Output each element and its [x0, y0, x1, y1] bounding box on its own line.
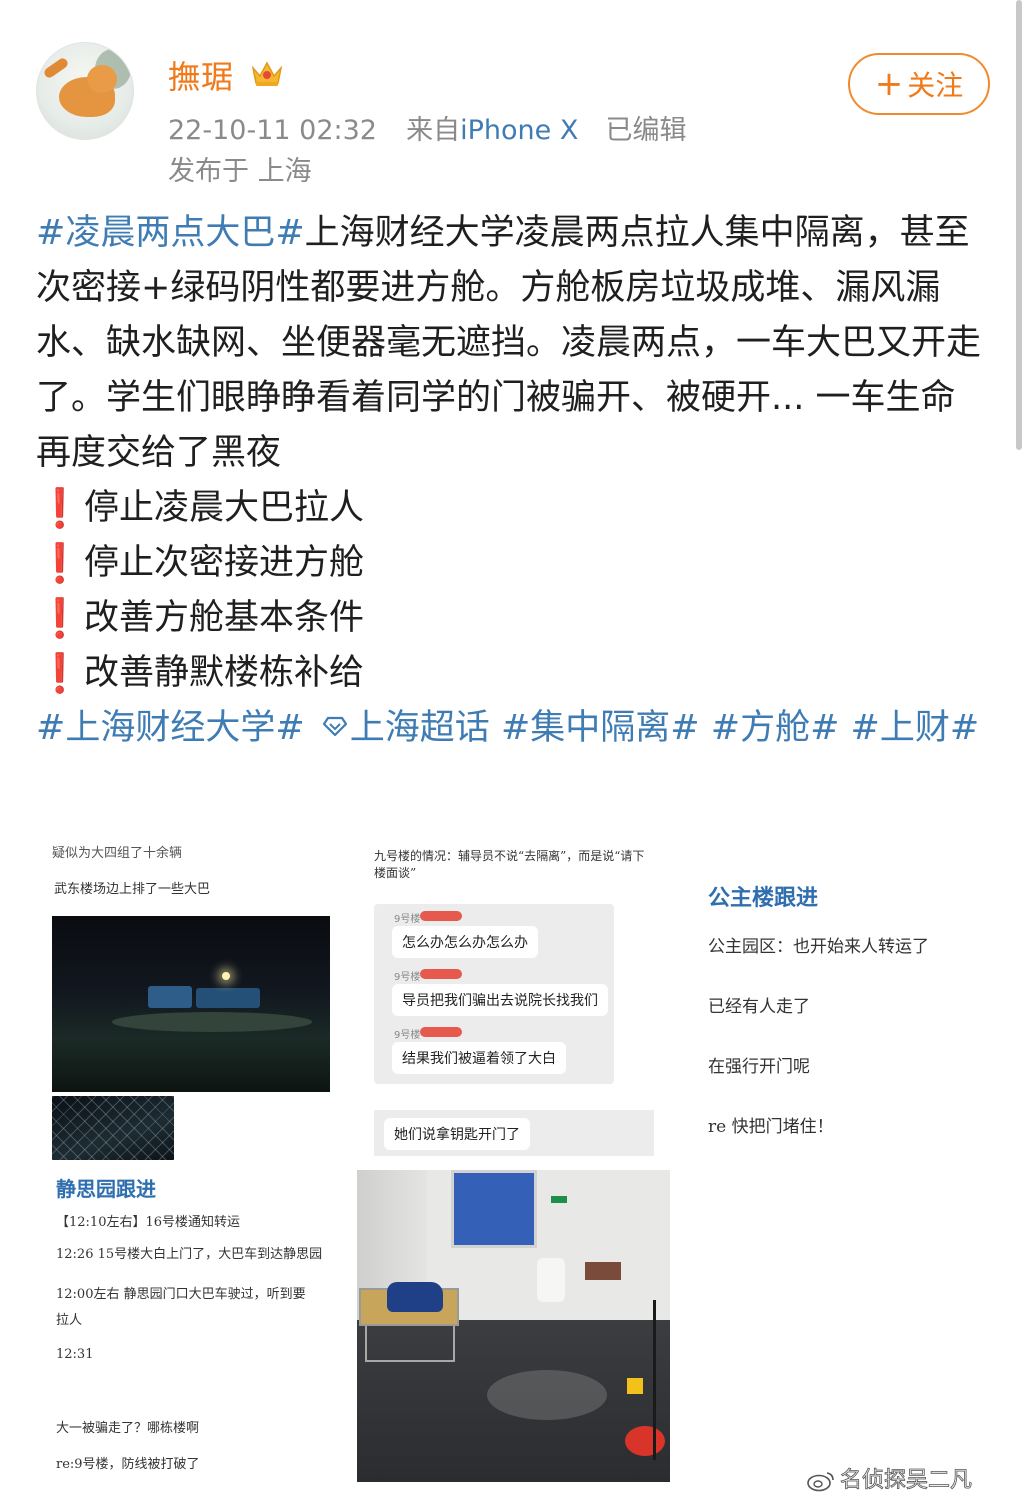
- post-content: #凌晨两点大巴#上海财经大学凌晨两点拉人集中隔离，甚至次密接+绿码阴性都要进方舱…: [36, 206, 986, 756]
- post-location: 发布于 上海: [168, 156, 312, 187]
- photo-bus: [196, 988, 260, 1008]
- image-line: 【12:10左右】16号楼通知转运: [56, 1215, 241, 1230]
- list-item: ❗ 改善方舱基本条件: [36, 591, 986, 646]
- follow-label: 关注: [907, 69, 964, 102]
- chat-window: 她们说拿钥匙开门了: [374, 1110, 654, 1156]
- image-line: 12:31: [56, 1347, 94, 1362]
- list-item: ❗ 改善静默楼栋补给: [36, 646, 986, 701]
- image-notes-jingsi[interactable]: 静思园跟进 【12:10左右】16号楼通知转运 12:26 15号楼大白上门了，…: [36, 1165, 351, 1485]
- follow-button[interactable]: + 关注: [848, 53, 990, 115]
- image-notes-gongzhu[interactable]: 公主楼跟进 公主园区：也开始来人转运了 已经有人走了 在强行开门呢 re 快把门…: [690, 868, 1000, 1148]
- exclamation-icon: ❗: [36, 596, 84, 640]
- list-item-text: 改善静默楼栋补给: [84, 653, 365, 693]
- post-meta: 22-10-11 02:32 来自iPhone X 已编辑: [168, 108, 687, 147]
- list-item-text: 改善方舱基本条件: [84, 598, 365, 638]
- redaction-mark: [420, 969, 462, 979]
- chat-sender: 9号楼: [394, 972, 421, 983]
- list-item: ❗ 停止凌晨大巴拉人: [36, 481, 986, 536]
- watermark-text: 名侦探吴二凡: [840, 1468, 973, 1494]
- room-window: [451, 1170, 537, 1248]
- photo-bus: [148, 986, 192, 1008]
- night-photo: [52, 916, 330, 1092]
- image-caption: 武东楼场边上排了一些大巴: [54, 882, 211, 897]
- toilet: [537, 1258, 565, 1302]
- username[interactable]: 撫琚: [168, 52, 234, 98]
- source-device-link[interactable]: iPhone X: [460, 115, 578, 146]
- water-puddle: [487, 1370, 607, 1420]
- chat-bubble: 怎么办怎么办怎么办: [392, 926, 538, 958]
- topic-tag[interactable]: #方舱#: [711, 708, 840, 748]
- super-topic-link[interactable]: 上海超话: [350, 708, 490, 748]
- super-topic-icon: [322, 716, 347, 737]
- plus-icon: +: [874, 64, 904, 104]
- source-prefix: 来自: [406, 115, 461, 146]
- post-timestamp: 22-10-11 02:32: [168, 115, 377, 146]
- yellow-box: [627, 1378, 643, 1394]
- photo-road: [112, 1012, 312, 1032]
- topic-tag[interactable]: #上财#: [851, 708, 980, 748]
- avatar-cat-tail: [42, 56, 70, 80]
- image-fangcang-room[interactable]: [357, 1170, 670, 1482]
- image-caption: 九号楼的情况：辅导员不说“去隔离”，而是说“请下楼面谈”: [374, 849, 645, 880]
- photo-light: [222, 972, 230, 980]
- image-night-buses[interactable]: 疑似为大四组了十余辆 武东楼场边上排了一些大巴: [36, 830, 351, 1160]
- fence-photo: [52, 1096, 174, 1160]
- redaction-mark: [420, 1027, 462, 1037]
- exclamation-icon: ❗: [36, 541, 84, 585]
- list-item-text: 停止次密接进方舱: [84, 543, 365, 583]
- watermark: 名侦探吴二凡: [806, 1462, 972, 1494]
- topic-tag[interactable]: #集中隔离#: [501, 708, 700, 748]
- image-line: 公主园区：也开始来人转运了: [708, 937, 929, 957]
- sink: [585, 1262, 621, 1280]
- exit-sign: [551, 1196, 567, 1203]
- image-line: re:9号楼，防线被打破了: [56, 1457, 200, 1472]
- chat-sender: 9号楼: [394, 914, 421, 925]
- image-title: 静思园跟进: [56, 1177, 156, 1201]
- image-line: 12:26 15号楼大白上门了，大巴车到达静思园: [56, 1247, 323, 1262]
- post-paragraph: #凌晨两点大巴#上海财经大学凌晨两点拉人集中隔离，甚至次密接+绿码阴性都要进方舱…: [36, 206, 986, 481]
- topic-tag[interactable]: #上海财经大学#: [36, 708, 305, 748]
- tag-row: #上海财经大学# 上海超话 #集中隔离# #方舱# #上财#: [36, 701, 986, 756]
- weibo-logo-icon: [807, 1472, 834, 1492]
- avatar-cat-head: [87, 65, 117, 93]
- redaction-mark: [420, 911, 462, 921]
- list-item: ❗ 停止次密接进方舱: [36, 536, 986, 591]
- image-line: 大一被骗走了？哪栋楼啊: [56, 1421, 200, 1436]
- image-title: 公主楼跟进: [708, 885, 819, 911]
- chat-window: 9号楼 怎么办怎么办怎么办 9号楼 导员把我们骗出去说院长找我们 9号楼 结果我…: [374, 904, 614, 1084]
- image-line: 12:00左右 静思园门口大巴车驶过，听到要: [56, 1287, 306, 1302]
- red-basin: [625, 1426, 665, 1456]
- scrollbar[interactable]: [1016, 0, 1022, 450]
- image-line: 拉人: [56, 1313, 83, 1328]
- iv-pole: [653, 1300, 656, 1460]
- chat-sender: 9号楼: [394, 1030, 421, 1041]
- exclamation-icon: ❗: [36, 651, 84, 695]
- chat-bubble: 结果我们被逼着领了大白: [392, 1042, 566, 1074]
- image-caption: 疑似为大四组了十余辆: [52, 846, 183, 861]
- chat-bubble: 导员把我们骗出去说院长找我们: [392, 984, 608, 1016]
- vip-crown-icon: [251, 61, 283, 86]
- avatar[interactable]: [36, 42, 134, 140]
- image-chat-screenshot[interactable]: 九号楼的情况：辅导员不说“去隔离”，而是说“请下楼面谈” 9号楼 怎么办怎么办怎…: [358, 830, 673, 1160]
- edited-label[interactable]: 已编辑: [606, 115, 687, 146]
- image-line: 在强行开门呢: [708, 1057, 810, 1077]
- chat-bubble: 她们说拿钥匙开门了: [384, 1118, 530, 1150]
- bed-frame: [365, 1326, 455, 1362]
- image-line: re 快把门堵住！: [708, 1117, 834, 1137]
- blue-bag: [387, 1282, 443, 1312]
- exclamation-icon: ❗: [36, 486, 84, 530]
- topic-tag[interactable]: #凌晨两点大巴#: [36, 213, 305, 253]
- image-line: 已经有人走了: [708, 997, 810, 1017]
- list-item-text: 停止凌晨大巴拉人: [84, 488, 365, 528]
